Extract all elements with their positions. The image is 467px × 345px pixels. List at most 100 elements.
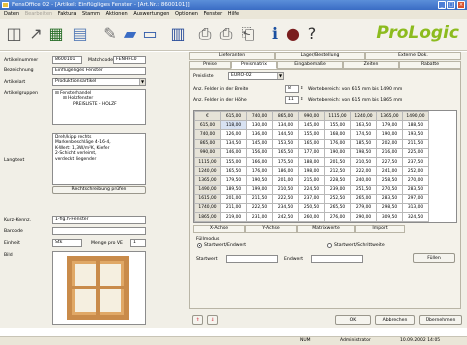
matrix-cell[interactable]: 201,00 (220, 193, 247, 204)
matrix-cell[interactable]: 279,00 (350, 202, 377, 214)
matrix-cell[interactable]: 324,50 (402, 212, 429, 222)
matrix-cell[interactable]: 239,00 (324, 184, 351, 195)
truck-icon[interactable]: ▰ (120, 24, 140, 44)
matrix-cell[interactable]: 265,50 (324, 202, 351, 214)
matrix-cell[interactable]: 155,00 (298, 129, 325, 140)
matrix-cell[interactable]: 193,50 (402, 129, 429, 140)
matrix-cell[interactable]: 165,00 (298, 138, 325, 149)
table-icon[interactable]: ▤ (70, 24, 90, 44)
matrix-cell[interactable]: 231,00 (246, 212, 273, 222)
tab-externe-dok[interactable]: Externe Dok. (365, 52, 461, 60)
chevron-down-icon[interactable]: ▼ (139, 79, 145, 85)
menu-auswertungen[interactable]: Auswertungen (133, 10, 169, 19)
arrow-up-icon[interactable]: ⇑ (192, 315, 203, 325)
matrix-cell[interactable]: 211,50 (246, 193, 273, 204)
help-icon[interactable]: ? (302, 24, 322, 44)
matrix-cell[interactable]: 276,00 (324, 212, 351, 222)
menu-faktura[interactable]: Faktura (58, 10, 77, 19)
print-icon[interactable]: ⎙ (195, 24, 215, 44)
matrix-column-header[interactable]: 615,00 (220, 111, 247, 122)
matrix-column-header[interactable]: 1365,00 (376, 111, 403, 122)
close-button[interactable]: × (457, 1, 465, 9)
matrix-cell[interactable]: 265,00 (350, 193, 377, 204)
matrix-cell[interactable]: 190,00 (376, 129, 403, 140)
hoehe-spinner-icon[interactable]: ⇕ (300, 96, 303, 101)
matrix-cell[interactable]: 210,50 (350, 156, 377, 168)
building-icon[interactable]: ▦ (46, 24, 66, 44)
matrix-row-header[interactable]: 615,00 (194, 120, 221, 131)
matrix-cell[interactable]: 130,00 (246, 120, 273, 131)
spellcheck-button[interactable]: Rechtschreibung prüfen (52, 186, 146, 194)
calendar-icon[interactable]: ▥ (168, 24, 188, 44)
wrench-icon[interactable]: ✎ (100, 24, 120, 44)
preisliste-select[interactable]: EURO-02 ▼ (228, 72, 284, 80)
matrix-cell[interactable]: 270,00 (402, 175, 429, 186)
hoehe-count-field[interactable]: 11 (285, 96, 299, 104)
tab-rabatte[interactable]: Rabatte (399, 61, 461, 69)
price-matrix-grid[interactable]: €615,00 740,00 865,00 990,00 1115,00 1240,00 1… (193, 110, 457, 223)
tab-lager-bestellung[interactable]: Lager/Bestellung (275, 52, 365, 60)
tab-lieferanten[interactable]: Lieferanten (189, 52, 275, 60)
menge-field[interactable]: 1 (130, 239, 146, 247)
matrix-cell[interactable]: 163,50 (350, 120, 377, 131)
matrix-cell[interactable]: 251,50 (350, 184, 377, 195)
print-preview-icon[interactable]: ⎙ (216, 24, 236, 44)
matrix-cell[interactable]: 179,00 (376, 120, 403, 131)
menu-aktionen[interactable]: Aktionen (106, 10, 128, 19)
matrix-cell[interactable]: 309,50 (376, 212, 403, 222)
matrix-column-header[interactable]: 1115,00 (324, 111, 351, 122)
endwert-field[interactable] (311, 255, 363, 263)
matrix-cell[interactable]: 260,00 (298, 212, 325, 222)
radio-startwert-endwert[interactable] (197, 243, 202, 248)
matrix-cell[interactable]: 189,50 (220, 184, 247, 195)
einheit-field[interactable]: Stk (52, 239, 82, 247)
tab-preismatrix[interactable]: Preismatrix (231, 61, 277, 69)
tab-matrixwerte[interactable]: Matrixwerte (297, 225, 355, 233)
matrix-cell[interactable]: 134,50 (220, 138, 247, 149)
matrix-cell[interactable]: 145,00 (246, 138, 273, 149)
uebernehmen-button[interactable]: Übernehmen (419, 315, 462, 325)
tab-preise[interactable]: Preise (189, 61, 231, 69)
matrix-row-header[interactable]: 1740,00 (194, 202, 221, 214)
matrix-cell[interactable]: 201,50 (324, 156, 351, 168)
matrix-row-header[interactable]: 1115,00 (194, 156, 221, 168)
tab-x-achse[interactable]: X-Achse (193, 225, 245, 233)
matrix-cell[interactable]: 188,50 (402, 120, 429, 131)
matrix-row-header[interactable]: 1490,00 (194, 184, 221, 195)
fuellen-button[interactable]: Füllen (413, 253, 455, 263)
tab-zeiten[interactable]: Zeiten (343, 61, 399, 69)
matrix-column-header[interactable]: 1240,00 (350, 111, 377, 122)
matrix-cell[interactable]: 188,00 (298, 156, 325, 168)
matrix-cell[interactable]: 237,50 (402, 156, 429, 168)
matrix-cell[interactable]: 198,50 (350, 147, 377, 158)
matrix-cell[interactable]: 215,00 (298, 175, 325, 186)
matrix-cell[interactable]: 258,50 (376, 175, 403, 186)
matrix-cell[interactable]: 202,00 (376, 138, 403, 149)
abbrechen-button[interactable]: Abbrechen (375, 315, 415, 325)
menu-hilfe[interactable]: Hilfe (228, 10, 239, 19)
kurzkenn-field[interactable]: 1-flg.h-Fenster (52, 216, 146, 224)
matrix-cell[interactable]: 212,50 (324, 166, 351, 177)
matrix-cell[interactable]: 126,00 (220, 129, 247, 140)
ok-button[interactable]: OK (335, 315, 371, 325)
tree-node-preisliste[interactable]: PREISLISTE - HOLZF (55, 102, 143, 107)
window-icon[interactable]: ◫ (4, 24, 24, 44)
matrix-cell[interactable]: 168,00 (324, 129, 351, 140)
matrix-cell[interactable]: 190,00 (324, 147, 351, 158)
maximize-button[interactable]: □ (447, 1, 455, 9)
matrix-column-header[interactable]: 1490,00 (402, 111, 429, 122)
artikelnummer-field[interactable]: 8600101 (52, 56, 82, 64)
matrix-cell[interactable]: 237,00 (298, 193, 325, 204)
menu-stamm[interactable]: Stamm (82, 10, 100, 19)
matrix-cell[interactable]: 146,00 (220, 147, 247, 158)
matrix-column-header[interactable]: 740,00 (246, 111, 273, 122)
matrix-cell[interactable]: 234,50 (272, 202, 299, 214)
matrix-cell[interactable]: 228,50 (324, 175, 351, 186)
matrix-cell[interactable]: 225,00 (402, 147, 429, 158)
menu-optionen[interactable]: Optionen (175, 10, 198, 19)
matrix-cell[interactable]: 165,50 (272, 147, 299, 158)
tab-eingabemasse[interactable]: Eingabemaße (277, 61, 343, 69)
matrix-cell[interactable]: 153,50 (272, 138, 299, 149)
matrix-cell[interactable]: 283,50 (376, 193, 403, 204)
matrix-cell[interactable]: 210,50 (272, 184, 299, 195)
